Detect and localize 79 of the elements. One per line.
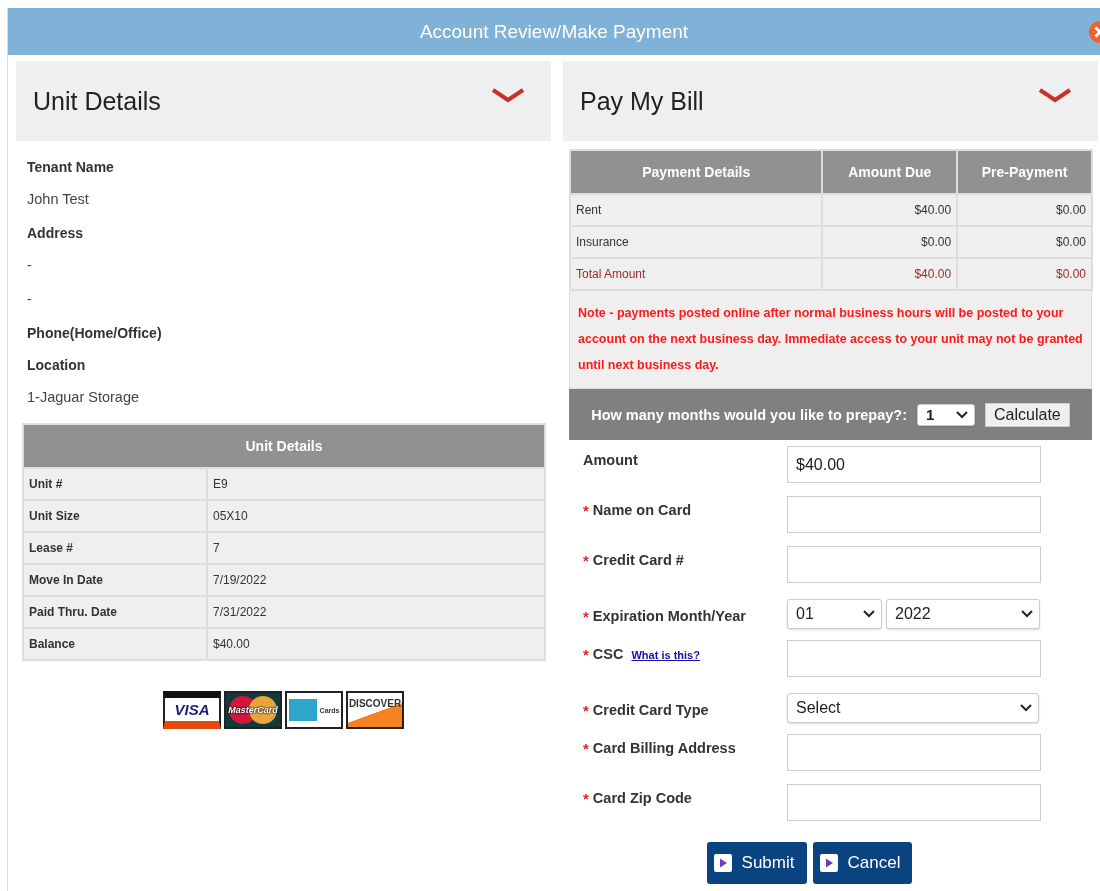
help-link[interactable]: What is this? [631, 649, 700, 661]
play-icon [713, 854, 732, 872]
table-cell: $0.00 [957, 194, 1092, 226]
panel-header[interactable]: Unit Details [16, 61, 551, 141]
field-label: Tenant Name [27, 159, 114, 175]
month-dropdown[interactable]: 01 [787, 599, 882, 629]
field-value: - [27, 257, 32, 273]
table-cell: Lease # [23, 532, 207, 564]
chevron-down-icon[interactable] [1038, 87, 1072, 103]
required-asterisk: * [583, 608, 589, 625]
calculate-button[interactable]: Calculate [985, 402, 1070, 427]
panel-title: Pay My Bill [580, 86, 704, 116]
required-asterisk: * [583, 790, 589, 807]
table-cell: 7/19/2022 [207, 564, 545, 596]
column-header: Amount Due [822, 150, 958, 194]
required-asterisk: * [583, 740, 589, 757]
field-label: Name on Card [592, 502, 692, 518]
table-cell: $40.00 [822, 258, 958, 290]
text-field[interactable] [787, 734, 1041, 771]
table-cell: Total Amount [570, 258, 823, 290]
cancel-button[interactable]: Cancel [812, 842, 913, 884]
field-value: John Test [27, 191, 89, 207]
required-asterisk: * [583, 646, 589, 663]
text-field[interactable] [787, 640, 1041, 677]
caret-icon [863, 610, 875, 618]
months-dropdown[interactable]: 1 [917, 403, 976, 426]
required-asterisk: * [583, 552, 589, 569]
table-cell: 05X10 [207, 500, 545, 532]
play-icon [819, 854, 838, 872]
text-field[interactable] [787, 546, 1041, 583]
dialog-title: Account Review/Make Payment [419, 20, 689, 43]
field-label: Card Billing Address [592, 740, 736, 756]
text-field[interactable]: $40.00 [787, 446, 1041, 483]
field-label: Amount [583, 452, 638, 468]
visa-logo: VISA [163, 691, 221, 729]
table-cell: E9 [207, 468, 545, 500]
table-cell: $40.00 [207, 628, 545, 660]
field-label: Credit Card # [592, 552, 684, 568]
table-cell: $0.00 [822, 226, 958, 258]
field-label: Card Zip Code [592, 790, 692, 806]
table-cell: $40.00 [822, 194, 958, 226]
table-cell: Move In Date [23, 564, 207, 596]
field-label: Address [27, 225, 84, 241]
table-cell: 7 [207, 532, 545, 564]
submit-button[interactable]: Submit [706, 842, 807, 884]
caret-icon [1020, 704, 1032, 712]
table-cell: Rent [570, 194, 823, 226]
field-value: 1-Jaguar Storage [27, 389, 140, 405]
table-header: Unit Details [23, 424, 545, 468]
prepay-label: How many months would you like to prepay?: [591, 406, 908, 423]
panel-header[interactable]: Pay My Bill [563, 61, 1098, 141]
table-cell: $0.00 [957, 258, 1092, 290]
caret-icon [1021, 610, 1033, 618]
table-cell: Balance [23, 628, 207, 660]
field-label: CSC [592, 646, 624, 662]
caret-icon [956, 410, 969, 419]
table-cell: Insurance [570, 226, 823, 258]
field-value: - [27, 291, 32, 307]
table-cell: Unit # [23, 468, 207, 500]
panel-title: Unit Details [33, 86, 161, 116]
field-label: Location [27, 357, 86, 373]
table-cell: Paid Thru. Date [23, 596, 207, 628]
field-label: Expiration Month/Year [592, 608, 746, 624]
table-cell: 7/31/2022 [207, 596, 545, 628]
table-cell: Unit Size [23, 500, 207, 532]
column-header: Payment Details [570, 150, 823, 194]
text-field[interactable] [787, 496, 1041, 533]
year-dropdown[interactable]: 2022 [886, 599, 1040, 629]
payment-note: Note - payments posted online after normal business hours will be posted to your account on the next business day. Immediate access to your unit may not be granted until next business day. [569, 291, 1092, 389]
table-cell: $0.00 [957, 226, 1092, 258]
discover-logo: DISCOVER [346, 691, 404, 729]
field-label: Credit Card Type [592, 702, 709, 718]
field-label: Phone(Home/Office) [27, 325, 162, 341]
required-asterisk: * [583, 502, 589, 519]
chevron-down-icon[interactable] [491, 87, 525, 103]
column-header: Pre-Payment [957, 150, 1092, 194]
text-field[interactable] [787, 784, 1041, 821]
required-asterisk: * [583, 702, 589, 719]
dropdown[interactable]: Select [787, 693, 1039, 723]
